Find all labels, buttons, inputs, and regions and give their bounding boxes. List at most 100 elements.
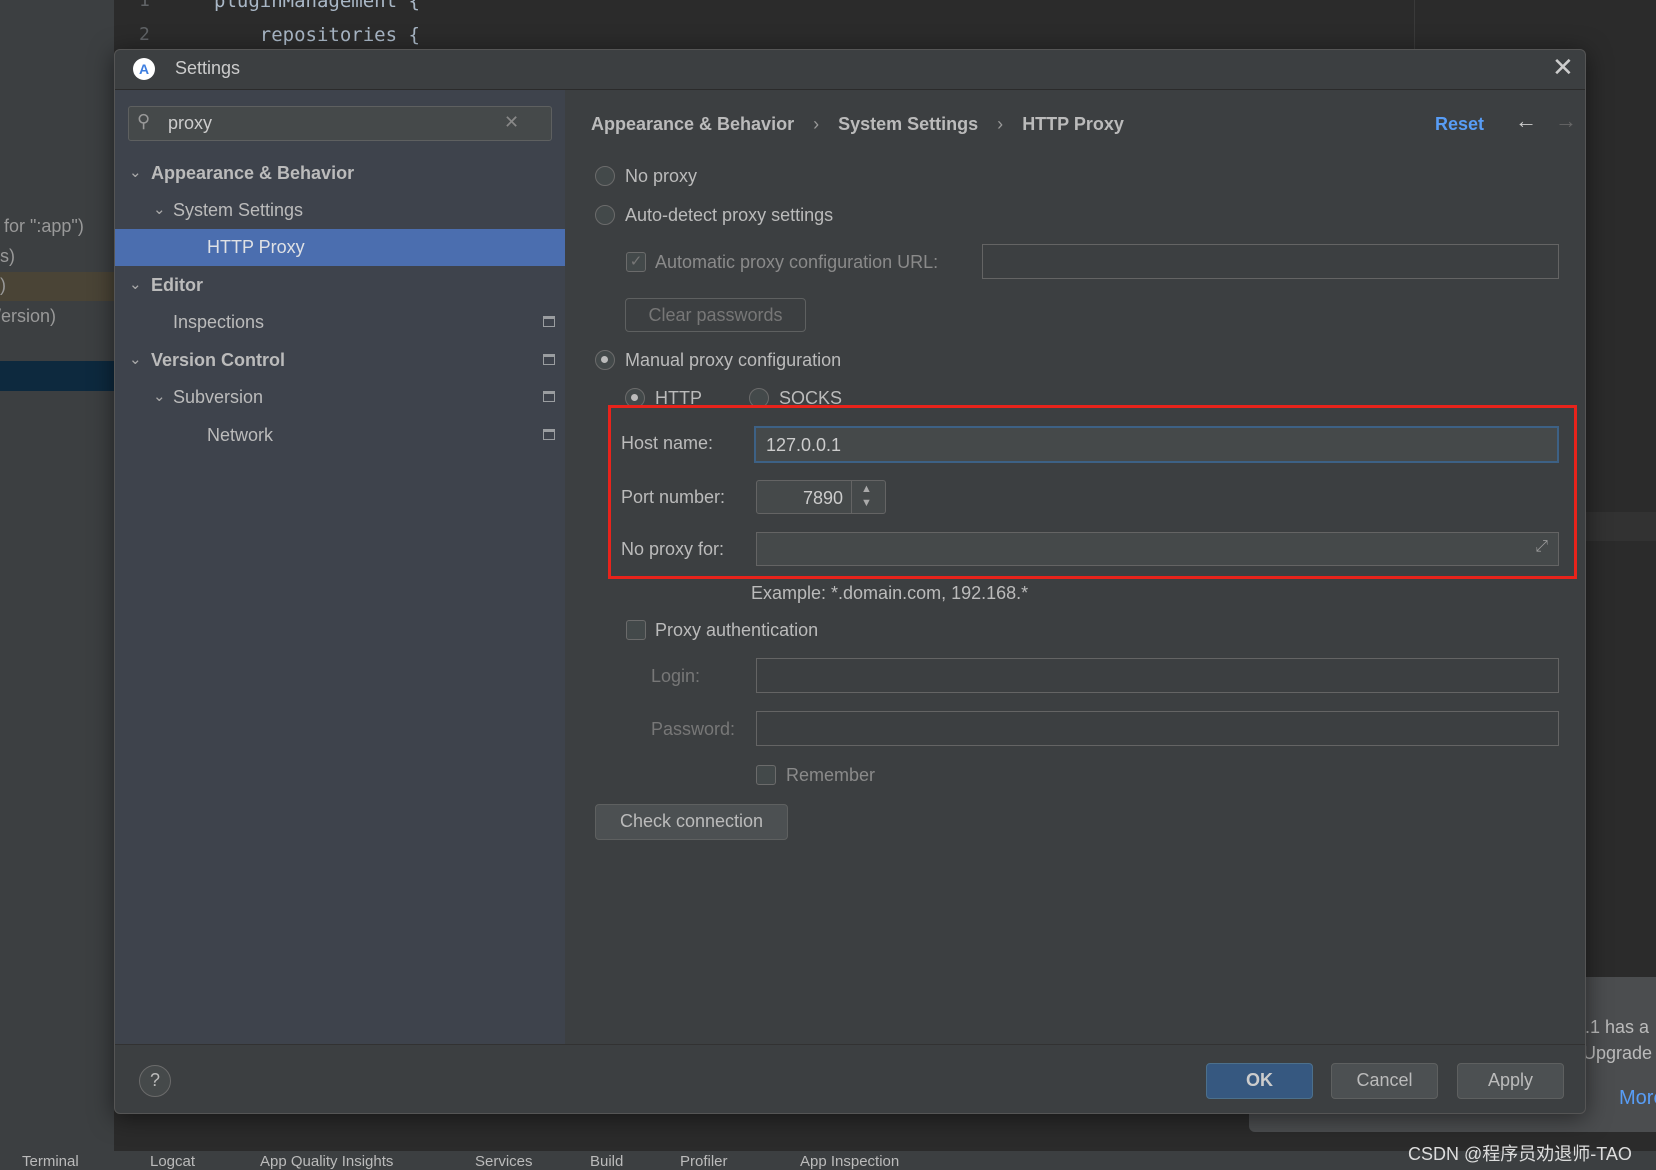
login-input[interactable] xyxy=(756,658,1559,693)
android-studio-icon: A xyxy=(133,58,155,80)
settings-tree-panel: ⚲ proxy ✕ ⌄ Appearance & Behavior ⌄ Syst… xyxy=(115,90,565,1044)
cancel-button[interactable]: Cancel xyxy=(1331,1063,1438,1099)
breadcrumb: Appearance & Behavior › System Settings … xyxy=(591,114,1124,135)
password-label: Password: xyxy=(651,719,736,739)
search-value: proxy xyxy=(168,113,213,133)
tree-item-subversion[interactable]: ⌄ Subversion xyxy=(115,379,565,416)
search-input[interactable]: ⚲ proxy ✕ xyxy=(128,106,552,141)
clear-passwords-button[interactable]: Clear passwords xyxy=(625,298,806,332)
notification-text: .1 has a xyxy=(1585,1017,1650,1037)
manual-proxy-label: Manual proxy configuration xyxy=(625,350,842,370)
tree-item-label: Editor xyxy=(151,275,203,295)
login-label: Login: xyxy=(651,666,701,686)
port-number-stepper[interactable]: 7890 ▲ ▼ xyxy=(756,480,886,514)
password-input[interactable] xyxy=(756,711,1559,746)
expand-icon[interactable]: ⤢ xyxy=(1535,538,1548,556)
project-settings-icon xyxy=(543,391,555,402)
tree-item-http-proxy[interactable]: HTTP Proxy xyxy=(115,229,565,266)
proxy-auth-checkbox[interactable] xyxy=(626,620,646,640)
check-connection-button[interactable]: Check connection xyxy=(595,804,788,840)
chevron-down-icon[interactable]: ⌄ xyxy=(129,275,142,293)
breadcrumb-item: HTTP Proxy xyxy=(1022,114,1124,134)
remember-checkbox[interactable] xyxy=(756,765,776,785)
bg-fragment: s) xyxy=(0,246,15,266)
port-value: 7890 xyxy=(802,488,843,508)
chevron-down-icon[interactable]: ⌄ xyxy=(153,200,166,218)
bg-fragment: ) xyxy=(0,275,6,295)
clear-search-icon[interactable]: ✕ xyxy=(504,112,519,133)
decrement-icon[interactable]: ▼ xyxy=(861,497,872,509)
highlight-band xyxy=(0,272,114,301)
auto-url-checkbox[interactable]: ✓ xyxy=(626,252,646,272)
settings-dialog: A Settings ✕ ⚲ proxy ✕ ⌄ Appearance & Be… xyxy=(114,49,1586,1114)
watermark: CSDN @程序员劝退师-TAO xyxy=(1408,1144,1632,1164)
auto-detect-label: Auto-detect proxy settings xyxy=(625,205,834,225)
margin-line xyxy=(1414,0,1415,50)
tree-item-label: Appearance & Behavior xyxy=(151,163,355,183)
tool-app-quality[interactable]: App Quality Insights xyxy=(260,1153,393,1170)
breadcrumb-item: Appearance & Behavior xyxy=(591,114,795,134)
project-panel: for ":app") s) ) /ersion) xyxy=(0,0,114,1151)
auto-url-input[interactable] xyxy=(982,244,1559,279)
project-settings-icon xyxy=(543,316,555,327)
host-name-label: Host name: xyxy=(621,433,713,454)
tree-item-label: Version Control xyxy=(151,350,286,370)
code-line: repositories { xyxy=(214,24,420,46)
host-value: 127.0.0.1 xyxy=(766,435,842,455)
no-proxy-label: No proxy xyxy=(625,166,698,186)
tree-item-network[interactable]: Network xyxy=(115,417,565,454)
tree-item-label: System Settings xyxy=(173,200,304,220)
manual-proxy-radio[interactable] xyxy=(595,350,615,370)
apply-button[interactable]: Apply xyxy=(1457,1063,1564,1099)
dialog-title: Settings xyxy=(175,58,241,78)
caret-row xyxy=(1586,512,1656,541)
reset-link[interactable]: Reset xyxy=(1435,114,1484,135)
chevron-down-icon[interactable]: ⌄ xyxy=(153,387,166,405)
tool-app-inspection[interactable]: App Inspection xyxy=(800,1153,899,1170)
dialog-footer: ? OK Cancel Apply xyxy=(115,1044,1585,1114)
tool-logcat[interactable]: Logcat xyxy=(150,1153,195,1170)
no-proxy-for-input[interactable]: ⤢ xyxy=(756,532,1559,566)
title-bar: A Settings ✕ xyxy=(115,50,1585,90)
chevron-right-icon: › xyxy=(997,114,1004,134)
tree-item-system-settings[interactable]: ⌄ System Settings xyxy=(115,192,565,229)
tree-item-editor[interactable]: ⌄ Editor xyxy=(115,267,565,304)
chevron-right-icon: › xyxy=(813,114,820,134)
tree-item-version-control[interactable]: ⌄ Version Control xyxy=(115,342,565,379)
tool-services[interactable]: Services xyxy=(475,1153,533,1170)
host-name-input[interactable]: 127.0.0.1 xyxy=(754,426,1559,463)
stepper-divider xyxy=(851,481,852,513)
tree-item-label: Subversion xyxy=(173,387,264,407)
tree-item-label: Inspections xyxy=(173,312,265,332)
close-icon[interactable]: ✕ xyxy=(1552,52,1574,83)
no-proxy-radio[interactable] xyxy=(595,166,615,186)
port-number-label: Port number: xyxy=(621,487,726,507)
notification-text: Upgrade xyxy=(1583,1043,1653,1063)
auto-detect-radio[interactable] xyxy=(595,205,615,225)
increment-icon[interactable]: ▲ xyxy=(861,483,872,495)
proxy-auth-label: Proxy authentication xyxy=(655,620,819,640)
search-icon: ⚲ xyxy=(137,111,151,131)
forward-arrow-icon[interactable]: → xyxy=(1555,108,1577,134)
ok-button[interactable]: OK xyxy=(1206,1063,1313,1099)
selection-band xyxy=(0,361,114,391)
no-proxy-for-label: No proxy for: xyxy=(621,539,725,559)
tool-terminal[interactable]: Terminal xyxy=(22,1153,79,1170)
help-button[interactable]: ? xyxy=(139,1065,171,1097)
tool-profiler[interactable]: Profiler xyxy=(680,1153,728,1170)
line-number: 1 xyxy=(139,0,150,11)
remember-label: Remember xyxy=(786,765,876,785)
bg-fragment: /ersion) xyxy=(0,306,57,326)
auto-url-label: Automatic proxy configuration URL: xyxy=(655,252,939,272)
back-arrow-icon[interactable]: ← xyxy=(1515,108,1537,134)
tool-build[interactable]: Build xyxy=(590,1153,623,1170)
chevron-down-icon[interactable]: ⌄ xyxy=(129,350,142,368)
project-settings-icon xyxy=(543,429,555,440)
project-settings-icon xyxy=(543,354,555,365)
chevron-down-icon[interactable]: ⌄ xyxy=(129,163,142,181)
bg-fragment: for ":app") xyxy=(4,216,84,236)
tree-item-appearance-behavior[interactable]: ⌄ Appearance & Behavior xyxy=(115,155,565,192)
notification-more-link[interactable]: More xyxy=(1619,1087,1656,1110)
breadcrumb-item: System Settings xyxy=(838,114,979,134)
tree-item-inspections[interactable]: Inspections xyxy=(115,304,565,341)
